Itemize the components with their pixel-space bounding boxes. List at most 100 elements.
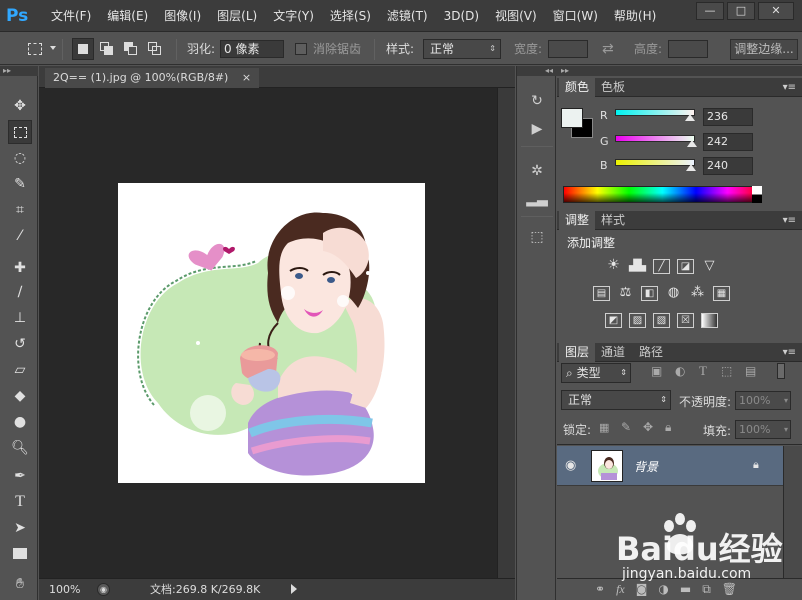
panel-menu-icon[interactable]: ▾≡ [783, 78, 796, 97]
hand-tool-icon[interactable]: ✋︎ [8, 572, 32, 596]
menu-file[interactable]: 文件(F) [48, 0, 99, 32]
quick-select-tool-icon[interactable]: ✎ [8, 172, 32, 196]
menu-help[interactable]: 帮助(H) [606, 0, 664, 32]
lock-pixels-icon[interactable]: ✎ [621, 420, 631, 434]
panel-menu-icon[interactable]: ▾≡ [783, 211, 796, 230]
brush-presets-icon[interactable]: ▂▃ [525, 188, 549, 210]
subtract-selection-icon[interactable] [120, 38, 142, 60]
delete-layer-icon[interactable]: 🗑︎ [722, 582, 737, 597]
vertical-scrollbar[interactable] [497, 88, 515, 578]
menu-window[interactable]: 窗口(W) [545, 0, 606, 32]
document-tab[interactable]: 2Q== (1).jpg @ 100%(RGB/8#) × [45, 68, 260, 88]
menu-edit[interactable]: 编辑(E) [99, 0, 156, 32]
refine-edge-button[interactable]: 调整边缘... [730, 39, 798, 60]
black-white-icon[interactable]: ◧ [641, 286, 658, 301]
style-select[interactable]: 正常 ⇕ [423, 39, 501, 59]
curves-icon[interactable]: ╱ [653, 259, 670, 274]
filter-shape-icon[interactable]: ⬚ [721, 364, 732, 378]
dock-collapse-icon[interactable]: ▸▸ [557, 66, 802, 76]
brush-settings-icon[interactable]: ✲ [525, 160, 549, 182]
menu-image[interactable]: 图像(I) [156, 0, 209, 32]
zoom-level[interactable]: 100% [49, 579, 80, 600]
red-slider[interactable] [615, 109, 695, 116]
invert-icon[interactable]: ◩ [605, 313, 622, 328]
pen-tool-icon[interactable]: ✒ [8, 464, 32, 488]
status-info-icon[interactable]: ◉ [97, 583, 110, 596]
blue-slider[interactable] [615, 159, 695, 166]
blur-tool-icon[interactable]: ● [8, 410, 32, 434]
green-slider-thumb[interactable] [687, 140, 697, 147]
foreground-color-swatch[interactable] [561, 108, 583, 128]
fill-input[interactable]: 100% ▾ [735, 420, 791, 439]
clone-stamp-tool-icon[interactable]: ⊥ [8, 306, 32, 330]
collapse-strip-icon[interactable]: ◂◂ [517, 66, 557, 76]
hue-saturation-icon[interactable]: ▤ [593, 286, 610, 301]
filter-pixel-icon[interactable]: ▣ [651, 364, 662, 378]
move-tool-icon[interactable]: ✥ [8, 94, 32, 118]
image-canvas[interactable] [118, 183, 425, 483]
add-mask-icon[interactable]: ◙ [636, 582, 648, 597]
tab-paths[interactable]: 路径 [633, 343, 669, 362]
layer-row-background[interactable]: ◉ 背景 🔒︎ [557, 446, 783, 486]
marquee-preset-icon[interactable] [24, 38, 46, 60]
panel-menu-icon[interactable]: ▾≡ [783, 343, 796, 362]
spectrum-black-white[interactable] [752, 186, 762, 203]
menu-layer[interactable]: 图层(L) [209, 0, 265, 32]
history-brush-tool-icon[interactable]: ↺ [8, 332, 32, 356]
filter-type-icon[interactable]: T [699, 363, 707, 379]
menu-filter[interactable]: 滤镜(T) [379, 0, 436, 32]
dodge-tool-icon[interactable]: 🔍︎ [8, 436, 32, 460]
eyedropper-tool-icon[interactable]: ⁄ [8, 224, 32, 248]
paint-bucket-tool-icon[interactable]: ◆ [8, 384, 32, 408]
vibrance-icon[interactable]: ▽ [701, 259, 718, 274]
crop-tool-icon[interactable]: ⌗ [8, 198, 32, 222]
type-tool-icon[interactable]: T [8, 490, 32, 514]
minimize-button[interactable]: — [696, 2, 724, 20]
eraser-tool-icon[interactable]: ▱ [8, 358, 32, 382]
opacity-input[interactable]: 100% ▾ [735, 391, 791, 410]
new-selection-icon[interactable] [72, 38, 94, 60]
chevron-down-icon[interactable] [50, 46, 56, 50]
width-input[interactable] [548, 40, 588, 58]
color-spectrum-bar[interactable] [563, 186, 762, 203]
layer-filter-select[interactable]: ⌕ 类型 ⇕ [561, 363, 631, 383]
tab-close-icon[interactable]: × [242, 71, 251, 84]
tab-layers[interactable]: 图层 [559, 343, 596, 362]
close-button[interactable]: ✕ [758, 2, 794, 20]
tab-styles[interactable]: 样式 [595, 211, 631, 230]
swap-icon[interactable]: ⇄ [602, 33, 614, 65]
green-value-input[interactable]: 242 [703, 133, 753, 151]
layer-name[interactable]: 背景 [634, 458, 658, 475]
blue-value-input[interactable]: 240 [703, 157, 753, 175]
antialias-checkbox[interactable] [295, 43, 307, 55]
exposure-icon[interactable]: ◪ [677, 259, 694, 274]
photo-filter-icon[interactable]: ◍ [665, 286, 682, 301]
tab-channels[interactable]: 通道 [595, 343, 631, 362]
green-slider[interactable] [615, 135, 695, 142]
levels-icon[interactable]: ▟▙ [629, 259, 646, 274]
height-input[interactable] [668, 40, 708, 58]
rectangle-tool-icon[interactable] [8, 542, 32, 566]
selective-color-icon[interactable]: ☒ [677, 313, 694, 328]
add-selection-icon[interactable] [96, 38, 118, 60]
menu-type[interactable]: 文字(Y) [265, 0, 322, 32]
tab-adjustments[interactable]: 调整 [559, 211, 596, 230]
layer-style-fx-icon[interactable]: fx [616, 582, 625, 597]
gradient-map-icon[interactable] [701, 313, 718, 328]
blue-slider-thumb[interactable] [686, 164, 696, 171]
marquee-tool-icon[interactable] [8, 120, 32, 144]
filter-smart-icon[interactable]: ▤ [745, 364, 756, 378]
filter-toggle-switch[interactable] [777, 363, 785, 379]
red-value-input[interactable]: 236 [703, 108, 753, 126]
status-menu-arrow-icon[interactable] [291, 584, 297, 594]
color-balance-icon[interactable]: ⚖ [617, 286, 634, 301]
healing-brush-tool-icon[interactable]: ✚ [8, 256, 32, 280]
feather-input[interactable]: 0 像素 [220, 40, 284, 58]
history-panel-icon[interactable]: ↻ [525, 90, 549, 112]
path-select-tool-icon[interactable]: ➤ [8, 516, 32, 540]
tab-color[interactable]: 颜色 [559, 78, 596, 97]
actions-panel-icon[interactable]: ▶ [525, 118, 549, 140]
color-lookup-icon[interactable]: ▦ [713, 286, 730, 301]
properties-panel-icon[interactable]: ⬚ [525, 226, 549, 248]
menu-select[interactable]: 选择(S) [322, 0, 379, 32]
